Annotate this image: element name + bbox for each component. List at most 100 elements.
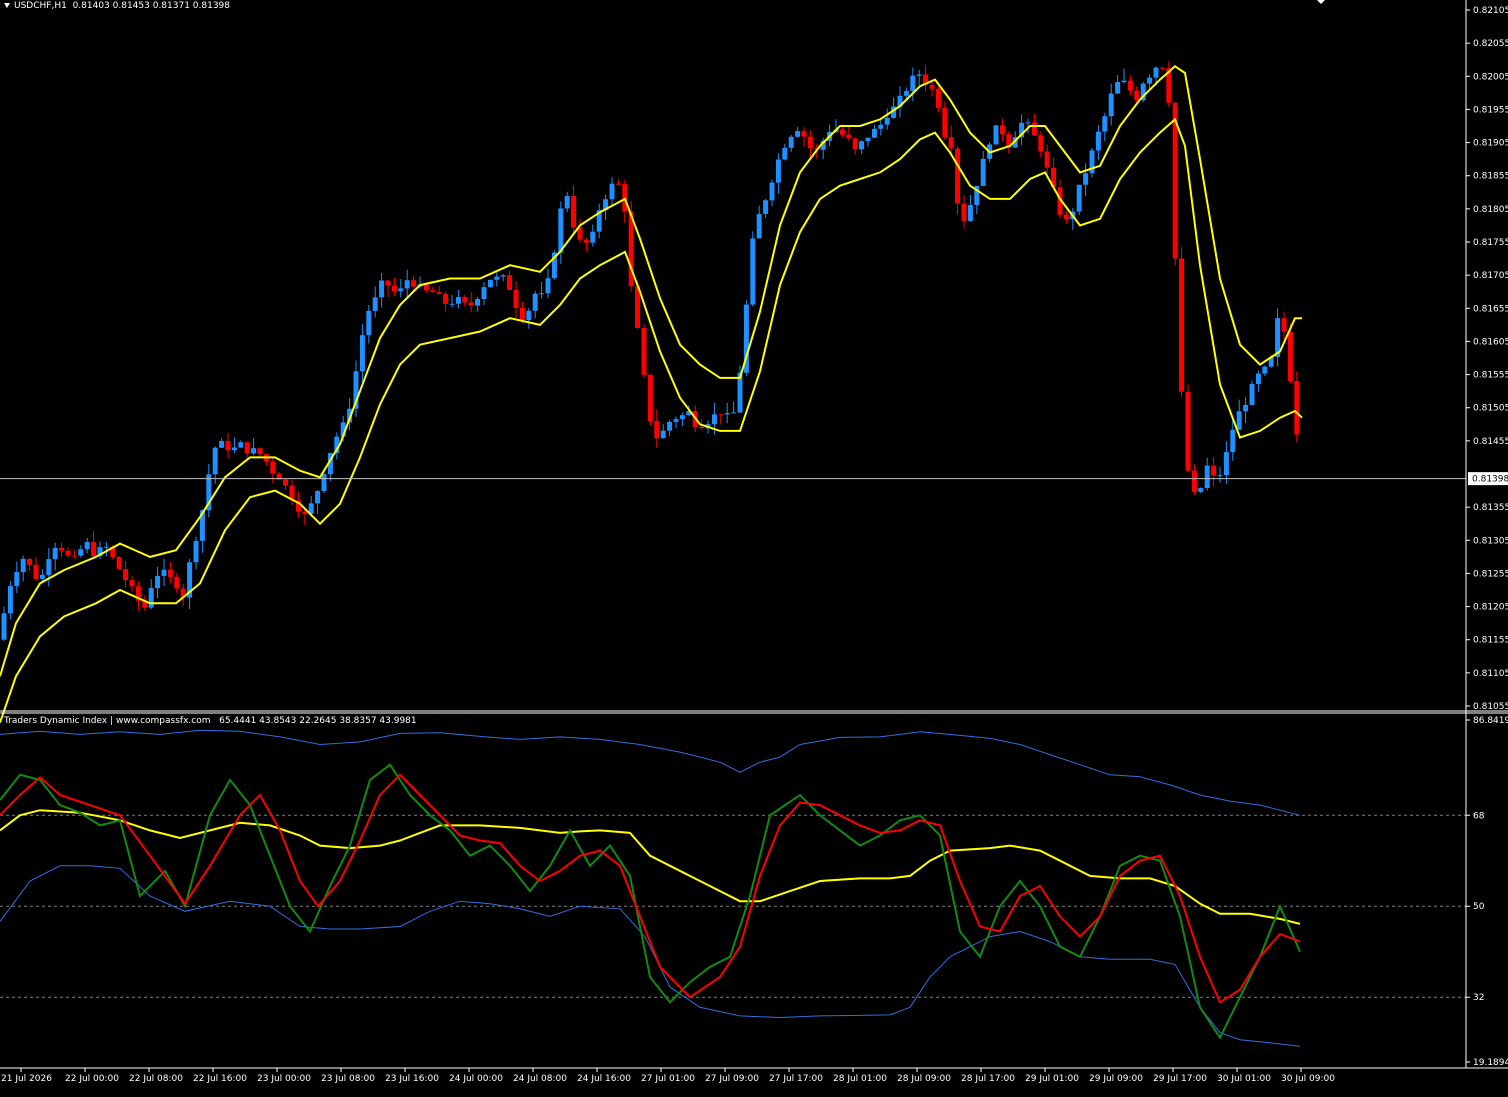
candle-body xyxy=(161,569,167,576)
candle-body xyxy=(462,297,468,303)
candle-body xyxy=(1159,67,1165,69)
candle-body xyxy=(667,421,673,431)
indicator-tick-label: 68 xyxy=(1473,811,1485,821)
candle-body xyxy=(571,196,577,228)
candle-body xyxy=(494,276,500,280)
candle-body xyxy=(302,511,308,514)
time-tick-label: 30 Jul 01:00 xyxy=(1217,1074,1271,1084)
candle-body xyxy=(916,74,922,76)
price-tick-label: 0.81205 xyxy=(1473,603,1508,613)
time-tick-label: 28 Jul 17:00 xyxy=(961,1074,1015,1084)
time-tick-label: 28 Jul 09:00 xyxy=(897,1074,951,1084)
candle-body xyxy=(372,297,378,311)
candle-body xyxy=(545,278,551,294)
candle-body xyxy=(1044,151,1050,168)
candle-body xyxy=(78,549,84,556)
candle-body xyxy=(1198,488,1204,492)
candle-body xyxy=(1294,381,1300,435)
candle-body xyxy=(1108,93,1114,117)
candle-body xyxy=(807,136,813,149)
candle-body xyxy=(980,158,986,186)
candle-body xyxy=(993,125,999,145)
candle-body xyxy=(558,208,564,253)
indicator-tick-label: 19.1894 xyxy=(1473,1058,1508,1068)
candle-body xyxy=(270,461,276,474)
candle-body xyxy=(398,288,404,292)
candle-body xyxy=(878,124,884,129)
price-tick-label: 0.81505 xyxy=(1473,404,1508,414)
candle-body xyxy=(315,491,321,504)
candle-body xyxy=(436,292,442,295)
time-tick-label: 30 Jul 09:00 xyxy=(1281,1074,1335,1084)
candle-body xyxy=(788,136,794,148)
candle-body xyxy=(404,280,410,289)
candle-body xyxy=(1185,391,1191,471)
candle-body xyxy=(852,138,858,150)
time-tick-label: 29 Jul 09:00 xyxy=(1089,1074,1143,1084)
time-tick-label: 23 Jul 16:00 xyxy=(385,1074,439,1084)
candle-body xyxy=(500,275,506,277)
candle-body xyxy=(167,569,173,577)
candle-body xyxy=(942,108,948,138)
price-tick-label: 0.81305 xyxy=(1473,536,1508,546)
candle-body xyxy=(839,129,845,135)
candle-body xyxy=(1153,67,1159,78)
candle-body xyxy=(91,542,97,557)
candle-body xyxy=(948,137,954,149)
candle-body xyxy=(859,141,865,150)
candle-body xyxy=(251,448,257,454)
time-tick-label: 21 Jul 2026 xyxy=(1,1074,52,1084)
indicator-tick-label: 32 xyxy=(1473,993,1484,1003)
candle-body xyxy=(846,134,852,139)
candle-body xyxy=(59,547,65,551)
candle-body xyxy=(33,564,39,579)
candle-body xyxy=(1134,90,1140,101)
candle-body xyxy=(1255,373,1261,384)
candle-body xyxy=(935,88,941,109)
candle-body xyxy=(238,442,244,448)
time-tick-label: 22 Jul 16:00 xyxy=(193,1074,247,1084)
candle-body xyxy=(1,613,7,640)
indicator-tick-label: 50 xyxy=(1473,902,1485,912)
price-tick-label: 0.81355 xyxy=(1473,503,1508,513)
chart-background xyxy=(0,0,1508,1093)
candle-body xyxy=(27,558,33,565)
price-tick-label: 0.81455 xyxy=(1473,437,1508,447)
price-tick-label: 0.81155 xyxy=(1473,636,1508,646)
candle-body xyxy=(423,284,429,291)
candle-body xyxy=(430,290,436,293)
candle-body xyxy=(679,415,685,420)
indicator-pane-header: Traders Dynamic Index | www.compassfx.co… xyxy=(4,716,417,726)
candle-body xyxy=(123,569,129,581)
candle-body xyxy=(699,426,705,429)
trading-chart[interactable]: 0.82105 0.82055 0.82005 0.81955 0.81905 0.818… xyxy=(0,0,1508,1093)
candle-body xyxy=(641,327,647,375)
candle-body xyxy=(1127,80,1133,91)
time-tick-label: 27 Jul 17:00 xyxy=(769,1074,823,1084)
candle-body xyxy=(1281,318,1287,332)
candle-body xyxy=(654,421,660,439)
candle-body xyxy=(673,419,679,422)
candle-body xyxy=(65,550,71,556)
candle-body xyxy=(526,310,532,320)
candle-body xyxy=(564,196,570,209)
candle-body xyxy=(1262,366,1268,374)
candle-body xyxy=(750,238,756,305)
candle-body xyxy=(1211,465,1217,476)
candle-body xyxy=(148,588,154,608)
price-tick-label: 0.81755 xyxy=(1473,238,1508,248)
candle-body xyxy=(321,474,327,492)
candle-body xyxy=(1095,131,1101,151)
candle-body xyxy=(46,559,52,575)
price-tick-label: 0.81705 xyxy=(1473,271,1508,281)
main-pane-header: USDCHF,H1 0.81403 0.81453 0.81371 0.8139… xyxy=(14,1,230,11)
candle-body xyxy=(359,335,365,372)
candle-body xyxy=(455,297,461,304)
candle-body xyxy=(967,205,973,221)
price-tick-label: 0.81955 xyxy=(1473,105,1508,115)
candle-body xyxy=(1217,475,1223,477)
candle-body xyxy=(468,302,474,306)
time-tick-label: 23 Jul 08:00 xyxy=(321,1074,375,1084)
candle-body xyxy=(449,303,455,305)
candle-body xyxy=(174,576,180,589)
